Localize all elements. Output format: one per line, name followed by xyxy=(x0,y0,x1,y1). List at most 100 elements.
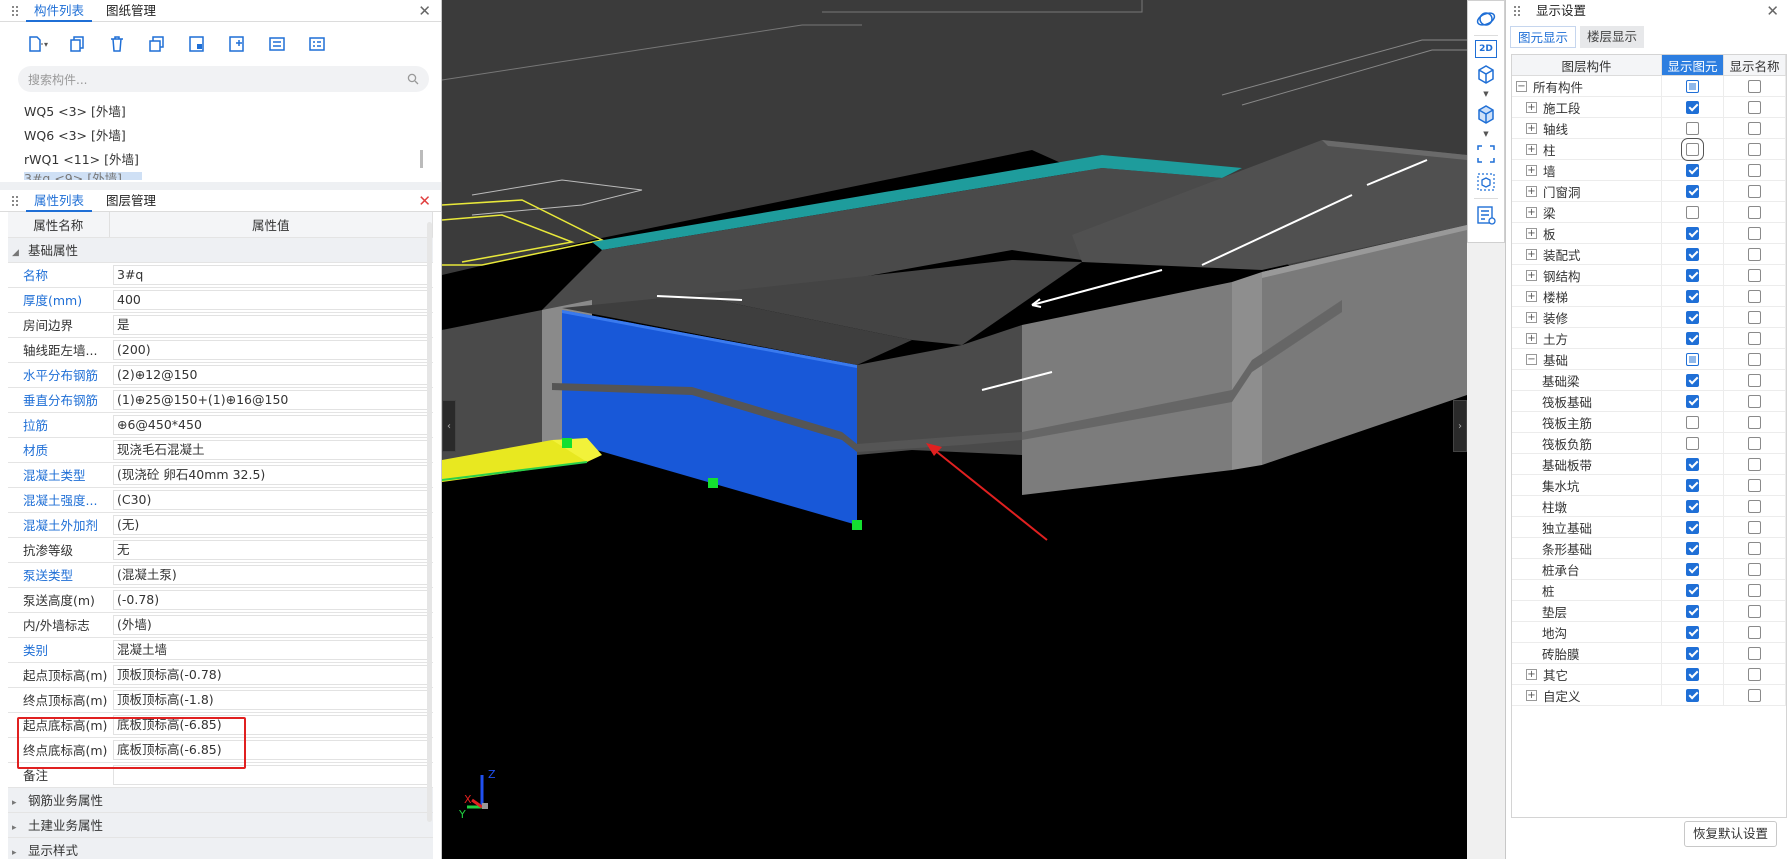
show-name-checkbox[interactable] xyxy=(1748,478,1761,492)
layer-row[interactable]: 垫层 xyxy=(1512,601,1786,622)
close-icon[interactable]: ✕ xyxy=(418,2,431,20)
expand-icon[interactable]: + xyxy=(1526,164,1537,176)
show-name-checkbox[interactable] xyxy=(1748,436,1761,450)
collapse-icon[interactable]: − xyxy=(1526,353,1537,365)
group-basic-properties[interactable]: ◢ 基础属性 xyxy=(8,237,433,263)
restore-defaults-button[interactable]: 恢复默认设置 xyxy=(1683,821,1777,847)
show-element-checkbox[interactable] xyxy=(1686,583,1699,597)
show-name-checkbox[interactable] xyxy=(1748,373,1761,387)
layer-row[interactable]: + 其它 xyxy=(1512,664,1786,685)
property-value-field[interactable]: (无) xyxy=(113,514,429,535)
show-element-checkbox[interactable] xyxy=(1686,499,1699,513)
copy-to-floor-button[interactable] xyxy=(142,30,172,58)
show-element-checkbox[interactable] xyxy=(1686,625,1699,639)
show-name-checkbox[interactable] xyxy=(1748,352,1761,366)
delete-component-button[interactable] xyxy=(102,30,132,58)
layer-row[interactable]: + 装配式 xyxy=(1512,244,1786,265)
show-name-checkbox[interactable] xyxy=(1748,247,1761,261)
show-name-checkbox[interactable] xyxy=(1748,100,1761,114)
expand-icon[interactable]: + xyxy=(1526,101,1537,113)
fit-view-button[interactable] xyxy=(1473,142,1499,166)
expand-icon[interactable]: + xyxy=(1526,248,1537,260)
show-name-checkbox[interactable] xyxy=(1748,310,1761,324)
layer-row[interactable]: 桩 xyxy=(1512,580,1786,601)
layer-row[interactable]: + 楼梯 xyxy=(1512,286,1786,307)
show-name-checkbox[interactable] xyxy=(1748,541,1761,555)
3d-viewport[interactable]: Z X Y ‹ › xyxy=(442,0,1467,859)
tab-component-list[interactable]: 构件列表 xyxy=(26,0,93,22)
filter-button[interactable] xyxy=(262,30,292,58)
show-element-checkbox[interactable] xyxy=(1686,415,1699,429)
show-element-checkbox[interactable] xyxy=(1686,436,1699,450)
tab-drawing-management[interactable]: 图纸管理 xyxy=(98,0,164,22)
collapse-left-handle[interactable]: ‹ xyxy=(442,400,456,452)
property-value-field[interactable]: (外墙) xyxy=(113,614,429,635)
drag-grip-icon[interactable] xyxy=(1514,0,1522,22)
display-settings-button[interactable] xyxy=(1473,203,1499,227)
tab-floor-display[interactable]: 楼层显示 xyxy=(1580,26,1645,48)
show-name-checkbox[interactable] xyxy=(1748,499,1761,513)
show-name-checkbox[interactable] xyxy=(1748,268,1761,282)
show-element-checkbox[interactable] xyxy=(1686,184,1699,198)
show-element-checkbox[interactable] xyxy=(1686,247,1699,261)
show-name-checkbox[interactable] xyxy=(1748,688,1761,702)
show-name-checkbox[interactable] xyxy=(1748,394,1761,408)
property-value-field[interactable]: (1)⊕25@150+(1)⊕16@150 xyxy=(113,389,429,410)
drag-grip-icon[interactable] xyxy=(12,0,20,22)
property-value-field[interactable]: 无 xyxy=(113,539,429,560)
layer-row[interactable]: 基础板带 xyxy=(1512,454,1786,475)
property-group[interactable]: ▸ 显示样式 xyxy=(8,837,433,859)
property-value-field[interactable]: (现浇砼 卵石40mm 32.5) xyxy=(113,464,429,485)
show-element-checkbox[interactable] xyxy=(1686,163,1699,177)
show-element-checkbox[interactable] xyxy=(1686,310,1699,324)
show-element-checkbox[interactable] xyxy=(1686,331,1699,345)
show-name-checkbox[interactable] xyxy=(1748,163,1761,177)
show-element-checkbox[interactable] xyxy=(1686,226,1699,240)
expand-arrow-icon[interactable]: ▸ xyxy=(12,798,28,808)
tab-property-list[interactable]: 属性列表 xyxy=(26,190,93,212)
show-name-checkbox[interactable] xyxy=(1748,289,1761,303)
component-search-box[interactable]: 搜索构件... xyxy=(18,66,429,92)
show-name-checkbox[interactable] xyxy=(1748,646,1761,660)
sort-button[interactable] xyxy=(302,30,332,58)
show-name-checkbox[interactable] xyxy=(1748,625,1761,639)
close-icon[interactable]: ✕ xyxy=(418,192,431,210)
property-value-field[interactable]: 混凝土墙 xyxy=(113,639,429,660)
expand-icon[interactable]: + xyxy=(1526,668,1537,680)
expand-icon[interactable]: + xyxy=(1526,290,1537,302)
show-element-checkbox[interactable] xyxy=(1686,688,1699,702)
show-element-checkbox[interactable] xyxy=(1681,137,1704,161)
layer-row[interactable]: 筏板基础 xyxy=(1512,391,1786,412)
layer-row[interactable]: + 墙 xyxy=(1512,160,1786,181)
show-name-checkbox[interactable] xyxy=(1748,520,1761,534)
search-input[interactable]: 搜索构件... xyxy=(28,71,407,88)
layer-row[interactable]: + 装修 xyxy=(1512,307,1786,328)
show-element-checkbox[interactable] xyxy=(1686,268,1699,282)
property-group[interactable]: ▸ 钢筋业务属性 xyxy=(8,787,433,813)
close-icon[interactable]: ✕ xyxy=(1766,2,1779,20)
property-value-field[interactable]: 顶板顶标高(-1.8) xyxy=(113,689,429,710)
show-element-checkbox[interactable] xyxy=(1686,562,1699,576)
show-element-checkbox[interactable] xyxy=(1686,667,1699,681)
column-header-show-name[interactable]: 显示名称 xyxy=(1724,55,1786,75)
layer-row[interactable]: 基础梁 xyxy=(1512,370,1786,391)
show-name-checkbox[interactable] xyxy=(1748,457,1761,471)
layer-row[interactable]: + 柱 xyxy=(1512,137,1786,161)
layer-row[interactable]: − 所有构件 xyxy=(1512,76,1786,97)
show-name-checkbox[interactable] xyxy=(1748,184,1761,198)
show-name-checkbox[interactable] xyxy=(1748,121,1761,135)
expand-arrow-icon[interactable]: ▸ xyxy=(12,823,28,833)
show-element-checkbox[interactable] xyxy=(1686,79,1699,93)
view-2d-button[interactable]: 2D xyxy=(1475,40,1497,58)
property-value-field[interactable]: 3#q xyxy=(113,264,429,285)
expand-icon[interactable]: + xyxy=(1526,122,1537,134)
property-value-field[interactable]: (C30) xyxy=(113,489,429,510)
list-item[interactable]: WQ5 <3> [外墙] xyxy=(24,100,441,124)
layer-row[interactable]: 独立基础 xyxy=(1512,517,1786,538)
show-name-checkbox[interactable] xyxy=(1748,604,1761,618)
layer-row[interactable]: 筏板负筋 xyxy=(1512,433,1786,454)
dropdown-arrow-icon[interactable]: ▼ xyxy=(1483,130,1488,138)
show-name-checkbox[interactable] xyxy=(1748,562,1761,576)
layer-row[interactable]: 筏板主筋 xyxy=(1512,412,1786,433)
layer-row[interactable]: 桩承台 xyxy=(1512,559,1786,580)
